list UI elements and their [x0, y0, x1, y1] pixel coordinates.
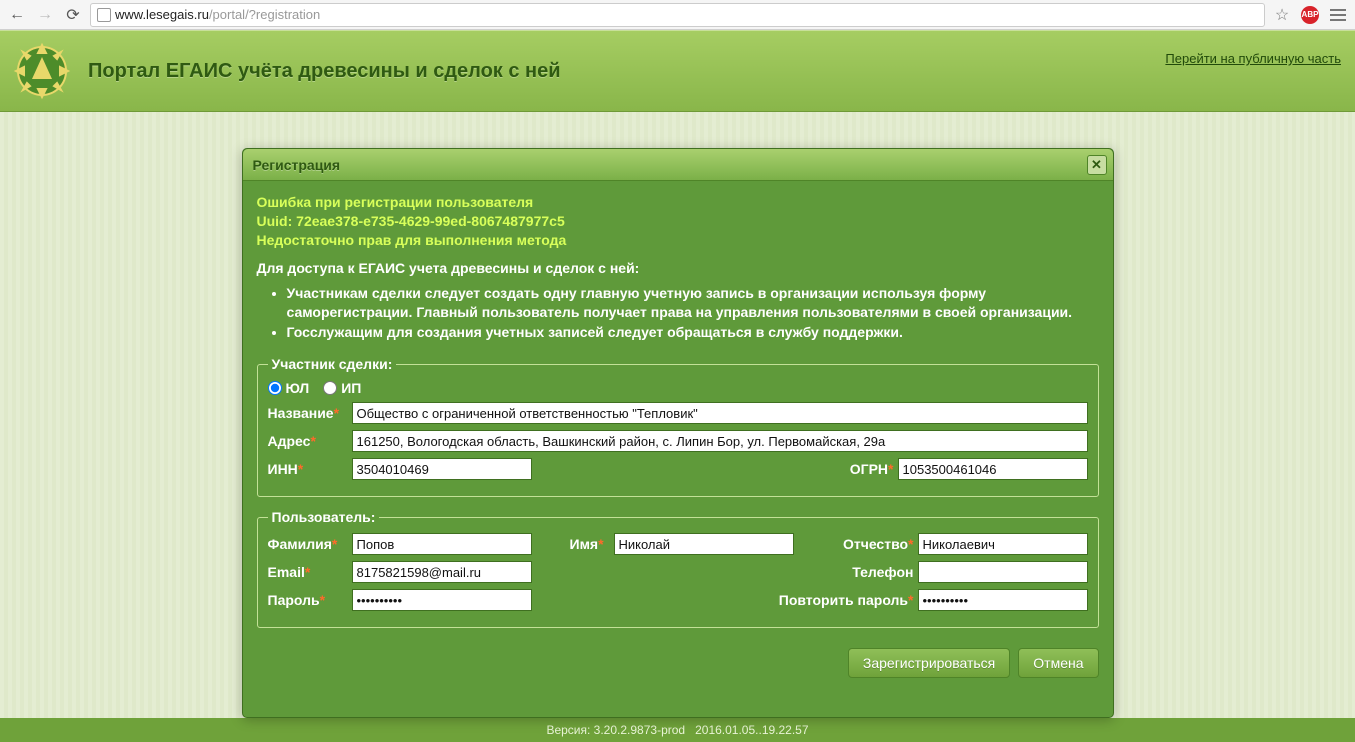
address-input[interactable]: [352, 430, 1088, 452]
intro-bullet: Госслужащим для создания учетных записей…: [287, 323, 1099, 342]
address-bar[interactable]: www.lesegais.ru/portal/?registration: [90, 3, 1265, 27]
browser-menu-button[interactable]: [1327, 4, 1349, 26]
participant-legend: Участник сделки:: [268, 356, 397, 372]
participant-fieldset: Участник сделки: ЮЛ ИП Название*: [257, 356, 1099, 497]
intro-bullet: Участникам сделки следует создать одну г…: [287, 284, 1099, 322]
register-button[interactable]: Зарегистрироваться: [848, 648, 1010, 678]
radio-ip-input[interactable]: [323, 381, 337, 395]
intro-list: Участникам сделки следует создать одну г…: [287, 284, 1099, 343]
radio-legal-entity-input[interactable]: [268, 381, 282, 395]
footer-version: Версия: 3.20.2.9873-prod: [546, 723, 685, 737]
site-title: Портал ЕГАИС учёта древесины и сделок с …: [88, 60, 561, 83]
public-portal-link[interactable]: Перейти на публичную часть: [1165, 51, 1341, 66]
url-text: www.lesegais.ru/portal/?registration: [115, 7, 320, 22]
site-logo-icon: [10, 39, 74, 103]
browser-chrome: ← → ⟳ www.lesegais.ru/portal/?registrati…: [0, 0, 1355, 30]
cancel-button[interactable]: Отмена: [1018, 648, 1098, 678]
footer-build: 2016.01.05..19.22.57: [695, 723, 808, 737]
radio-legal-entity[interactable]: ЮЛ: [268, 380, 310, 396]
bookmark-star-icon[interactable]: ☆: [1271, 4, 1293, 26]
modal-close-button[interactable]: ✕: [1087, 155, 1107, 175]
back-button[interactable]: ←: [6, 4, 28, 26]
modal-header: Регистрация ✕: [243, 149, 1113, 181]
close-icon: ✕: [1091, 157, 1102, 173]
modal-title: Регистрация: [253, 157, 341, 173]
email-input[interactable]: [352, 561, 532, 583]
radio-individual-entrepreneur[interactable]: ИП: [323, 380, 361, 396]
site-header: Портал ЕГАИС учёта древесины и сделок с …: [0, 30, 1355, 112]
ogrn-input[interactable]: [898, 458, 1088, 480]
user-fieldset: Пользователь: Фамилия* Имя* Отчество* Em…: [257, 509, 1099, 628]
content-area: Регистрация ✕ Ошибка при регистрации пол…: [0, 112, 1355, 718]
page-icon: [97, 8, 111, 22]
inn-input[interactable]: [352, 458, 532, 480]
registration-modal: Регистрация ✕ Ошибка при регистрации пол…: [242, 148, 1114, 718]
intro-text: Для доступа к ЕГАИС учета древесины и сд…: [257, 260, 1099, 276]
modal-actions: Зарегистрироваться Отмена: [257, 648, 1099, 678]
reload-button[interactable]: ⟳: [62, 4, 84, 26]
user-legend: Пользователь:: [268, 509, 380, 525]
password-input[interactable]: [352, 589, 532, 611]
patronymic-input[interactable]: [918, 533, 1088, 555]
firstname-input[interactable]: [614, 533, 794, 555]
error-message: Ошибка при регистрации пользователя Uuid…: [257, 193, 1099, 250]
company-name-input[interactable]: [352, 402, 1088, 424]
lastname-input[interactable]: [352, 533, 532, 555]
site-footer: Версия: 3.20.2.9873-prod 2016.01.05..19.…: [0, 718, 1355, 742]
phone-input[interactable]: [918, 561, 1088, 583]
abp-extension-icon[interactable]: ABP: [1299, 4, 1321, 26]
password-repeat-input[interactable]: [918, 589, 1088, 611]
forward-button[interactable]: →: [34, 4, 56, 26]
